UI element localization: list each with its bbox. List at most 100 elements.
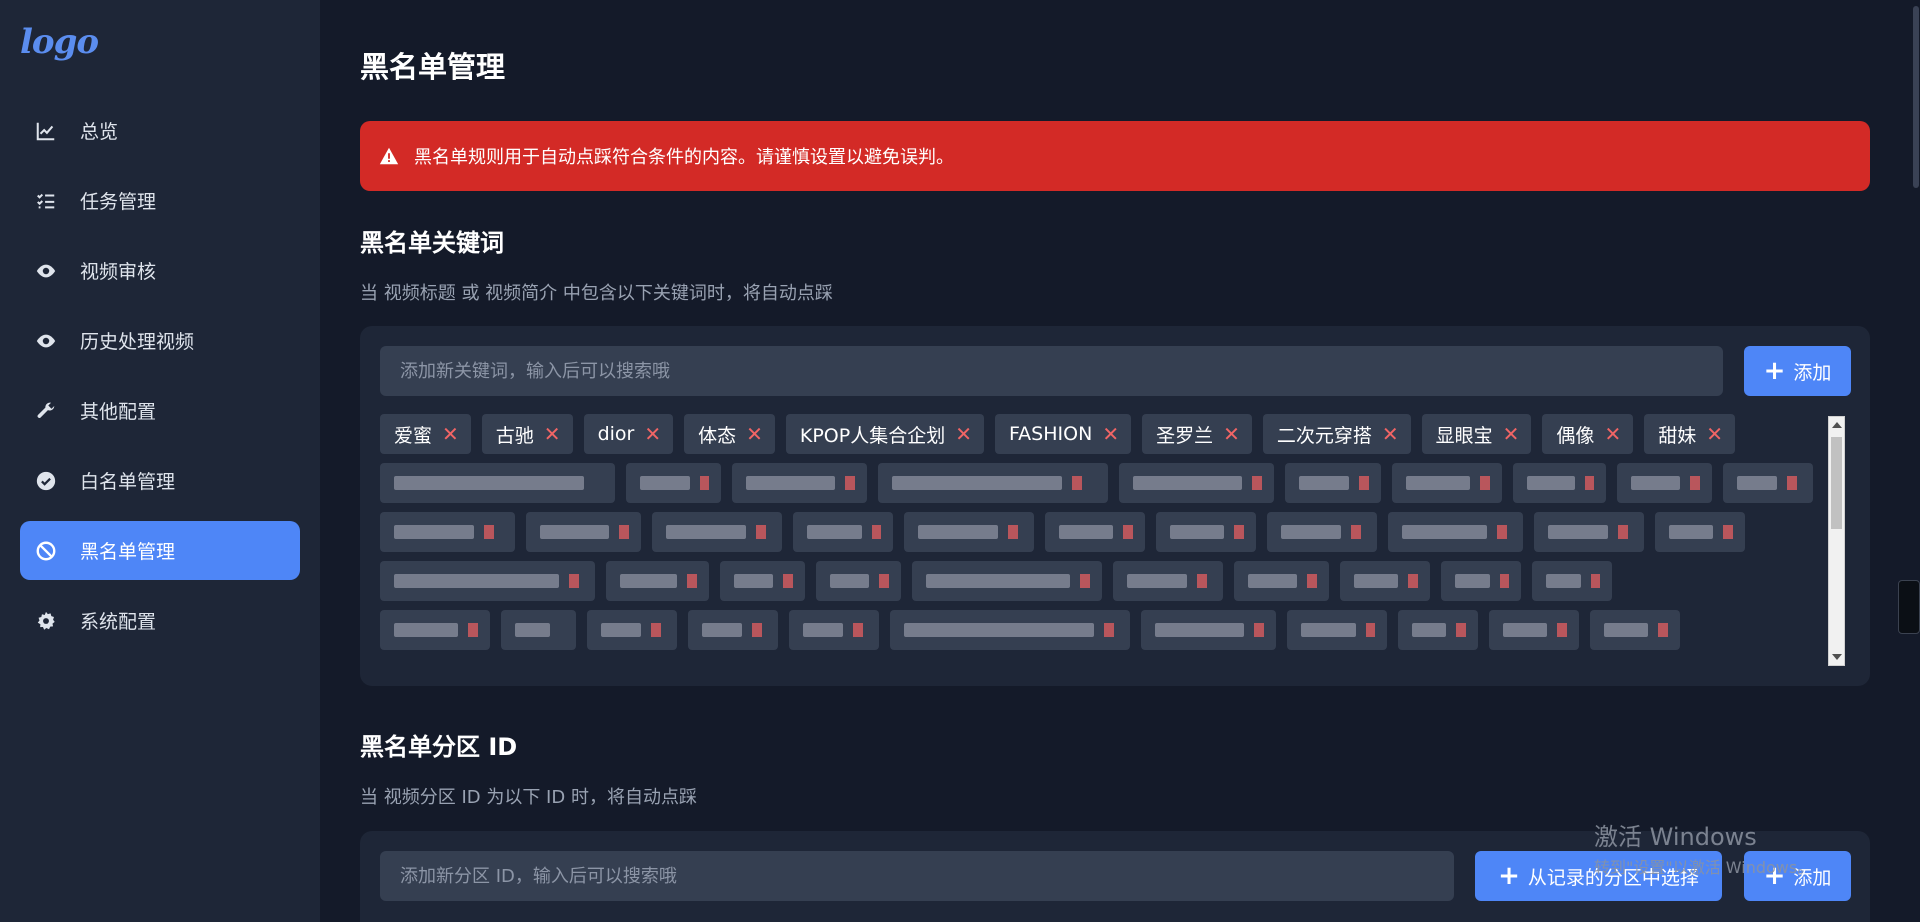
keyword-tag-redacted: [1398, 610, 1478, 650]
sidebar-item-label: 总览: [80, 121, 119, 143]
sidebar-nav: 总览 任务管理 视频审核 历史处理视频 其他配置 白名单管理 黑名单管理 系统配…: [20, 101, 300, 661]
sidebar-item-label: 历史处理视频: [80, 331, 195, 353]
eye-icon: [34, 329, 58, 353]
chart-line-icon: [34, 119, 58, 143]
keyword-tag-redacted: [380, 463, 615, 503]
keyword-tag-redacted: [1285, 463, 1381, 503]
keyword-tag-redacted: [912, 561, 1102, 601]
task-list-icon: [34, 189, 58, 213]
tag-label: KPOP人集合企划: [799, 424, 946, 447]
keyword-tag-redacted: [1287, 610, 1387, 650]
scrollbar-thumb[interactable]: [1831, 437, 1842, 529]
keyword-tag-redacted: [1340, 561, 1430, 601]
remove-tag-icon[interactable]: ✕: [746, 422, 763, 446]
add-keyword-label: 添加: [1793, 361, 1832, 384]
tag-label: dior: [597, 423, 635, 445]
tag-row: [380, 610, 1840, 650]
keyword-tag: 二次元穿搭 ✕: [1262, 414, 1411, 454]
partition-section-title: 黑名单分区 ID: [360, 733, 518, 761]
warning-icon: [378, 145, 400, 167]
sidebar-item-history[interactable]: 历史处理视频: [20, 311, 300, 370]
keyword-tag: 爱蜜 ✕: [380, 414, 471, 454]
sidebar-item-other-config[interactable]: 其他配置: [20, 381, 300, 440]
remove-tag-icon[interactable]: ✕: [1706, 422, 1723, 446]
tag-list-scrollbar[interactable]: [1828, 416, 1845, 666]
keyword-tag: FASHION ✕: [995, 414, 1132, 454]
add-keyword-button[interactable]: + 添加: [1744, 346, 1851, 396]
partition-id-input[interactable]: [380, 851, 1454, 901]
keyword-tag-redacted: [1141, 610, 1276, 650]
side-widget[interactable]: [1898, 580, 1920, 634]
keyword-tag-redacted: [1532, 561, 1612, 601]
keyword-tag-redacted: [904, 512, 1034, 552]
tag-label: 显眼宝: [1435, 424, 1493, 447]
keyword-tag: 圣罗兰 ✕: [1142, 414, 1252, 454]
sidebar-item-label: 系统配置: [80, 611, 157, 633]
watermark-line2: 转到"设置"以激活 Windows。: [1594, 858, 1814, 877]
keyword-tag-redacted: [380, 561, 595, 601]
keyword-tag-redacted: [1723, 463, 1813, 503]
sidebar-item-tasks[interactable]: 任务管理: [20, 171, 300, 230]
tag-row: [380, 561, 1840, 601]
tag-label: 二次元穿搭: [1276, 424, 1372, 447]
remove-tag-icon[interactable]: ✕: [1223, 422, 1240, 446]
remove-tag-icon[interactable]: ✕: [544, 422, 561, 446]
keyword-tag-redacted: [878, 463, 1108, 503]
tag-label: FASHION: [1009, 423, 1093, 445]
sidebar-item-label: 其他配置: [80, 401, 157, 423]
keyword-tag-redacted: [732, 463, 867, 503]
remove-tag-icon[interactable]: ✕: [442, 422, 459, 446]
tag-row: 爱蜜 ✕ 古驰 ✕ dior ✕ 体态 ✕ KPOP人集合企划 ✕ FASHION ✕ 圣罗…: [380, 414, 1840, 454]
sidebar-item-label: 任务管理: [80, 191, 157, 213]
keyword-tag-redacted: [816, 561, 901, 601]
page-title: 黑名单管理: [360, 50, 506, 84]
watermark-line1: 激活 Windows: [1594, 823, 1757, 851]
keywords-section-title: 黑名单关键词: [360, 229, 504, 257]
scroll-down-icon[interactable]: [1832, 654, 1842, 660]
page-scrollbar[interactable]: [1910, 0, 1920, 922]
remove-tag-icon[interactable]: ✕: [644, 422, 661, 446]
scroll-up-icon[interactable]: [1832, 422, 1842, 428]
keywords-section-desc: 当 视频标题 或 视频简介 中包含以下关键词时，将自动点踩: [360, 283, 833, 304]
sidebar-item-label: 黑名单管理: [80, 541, 176, 563]
keyword-tag-redacted: [380, 512, 515, 552]
warning-alert: 黑名单规则用于自动点踩符合条件的内容。请谨慎设置以避免误判。: [360, 121, 1870, 191]
keyword-input[interactable]: [380, 346, 1723, 396]
remove-tag-icon[interactable]: ✕: [1382, 422, 1399, 446]
keyword-tag-redacted: [1113, 561, 1223, 601]
sidebar-item-video-review[interactable]: 视频审核: [20, 241, 300, 300]
remove-tag-icon[interactable]: ✕: [1604, 422, 1621, 446]
tag-label: 甜妹: [1658, 424, 1697, 447]
keyword-tag-redacted: [1534, 512, 1644, 552]
keyword-tag: KPOP人集合企划 ✕: [785, 414, 984, 454]
remove-tag-icon[interactable]: ✕: [1503, 422, 1520, 446]
keywords-panel: + 添加 爱蜜 ✕ 古驰 ✕ dior ✕ 体态 ✕ KPOP人集合企划 ✕ FASHIO…: [360, 326, 1870, 686]
gear-icon: [34, 609, 58, 633]
remove-tag-icon[interactable]: ✕: [955, 422, 972, 446]
keyword-tag-redacted: [1441, 561, 1521, 601]
keyword-tag-redacted: [501, 610, 576, 650]
page-scrollbar-thumb[interactable]: [1913, 6, 1919, 188]
ban-icon: [34, 539, 58, 563]
tag-row: [380, 512, 1840, 552]
keyword-tag-redacted: [587, 610, 677, 650]
tag-label: 古驰: [495, 424, 534, 447]
keyword-tag-redacted: [606, 561, 709, 601]
keyword-tag: 体态 ✕: [684, 414, 775, 454]
tag-label: 圣罗兰: [1156, 424, 1214, 447]
keyword-tag-redacted: [1045, 512, 1145, 552]
sidebar: logo 总览 任务管理 视频审核 历史处理视频 其他配置 白名单管理 黑名单管…: [0, 0, 320, 922]
logo[interactable]: logo: [20, 22, 99, 62]
tag-row: [380, 463, 1840, 503]
sidebar-item-blacklist[interactable]: 黑名单管理: [20, 521, 300, 580]
keyword-tag-redacted: [1119, 463, 1274, 503]
remove-tag-icon[interactable]: ✕: [1102, 422, 1119, 446]
sidebar-item-system-config[interactable]: 系统配置: [20, 591, 300, 650]
keyword-tag-redacted: [1655, 512, 1745, 552]
wrench-icon: [34, 399, 58, 423]
sidebar-item-overview[interactable]: 总览: [20, 101, 300, 160]
sidebar-item-whitelist[interactable]: 白名单管理: [20, 451, 300, 510]
check-circle-icon: [34, 469, 58, 493]
keyword-tag-redacted: [720, 561, 805, 601]
keyword-tag: 古驰 ✕: [481, 414, 573, 454]
